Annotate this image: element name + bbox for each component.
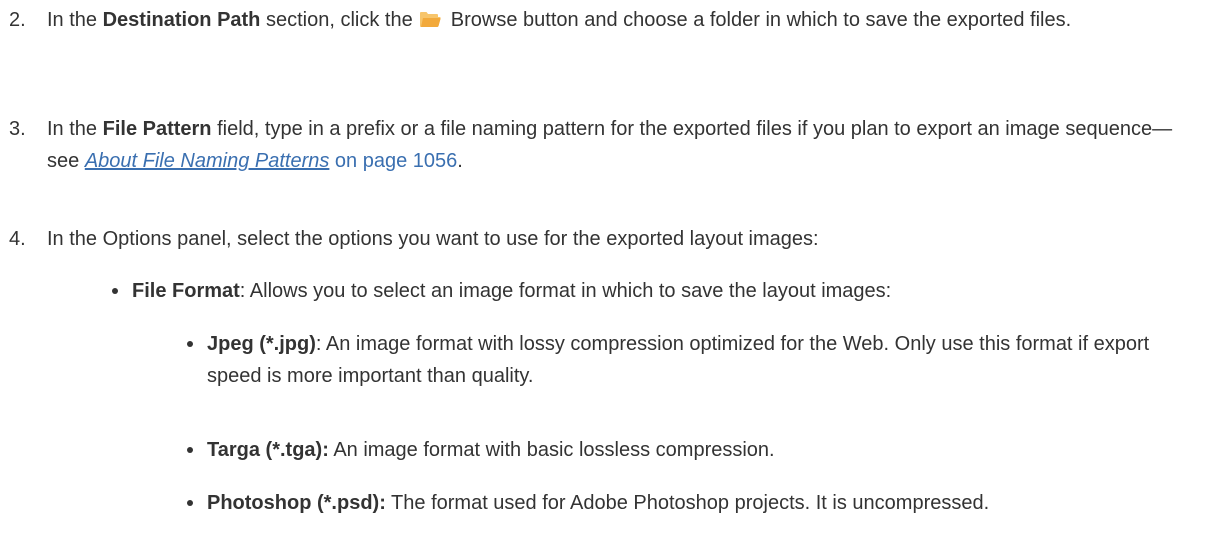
step-number: 2. — [9, 9, 26, 31]
folder-icon — [419, 6, 441, 27]
step-text: In the File Pattern field, type in a pre… — [47, 118, 1173, 172]
format-name: Photoshop (*.psd): — [207, 492, 386, 514]
format-item-photoshop: Photoshop (*.psd): The format used for A… — [187, 487, 1197, 519]
bullet-icon — [187, 341, 193, 347]
bullet-icon — [112, 288, 118, 294]
file-format-item: File Format: Allows you to select an ima… — [112, 275, 1202, 307]
format-item-targa: Targa (*.tga): An image format with basi… — [187, 434, 1197, 466]
format-name: Jpeg (*.jpg) — [207, 333, 316, 355]
file-naming-patterns-link[interactable]: About File Naming Patterns — [85, 150, 330, 172]
step-text: In the Destination Path section, click t… — [47, 4, 1197, 36]
step-3: 3. In the File Pattern field, type in a … — [0, 113, 1200, 177]
step-text: In the Options panel, select the options… — [47, 228, 819, 250]
format-item-jpeg: Jpeg (*.jpg): An image format with lossy… — [187, 328, 1197, 392]
bullet-icon — [187, 447, 193, 453]
bullet-icon — [187, 500, 193, 506]
step-number: 4. — [9, 228, 26, 250]
file-pattern-label: File Pattern — [102, 118, 212, 140]
step-2: 2. In the Destination Path section, clic… — [0, 4, 1200, 36]
destination-path-label: Destination Path — [102, 9, 261, 31]
step-4: 4. In the Options panel, select the opti… — [0, 223, 1200, 255]
step-number: 3. — [9, 118, 26, 140]
page-reference-link[interactable]: on page 1056 — [329, 150, 457, 172]
format-name: Targa (*.tga): — [207, 439, 329, 461]
file-format-label: File Format — [132, 280, 240, 302]
